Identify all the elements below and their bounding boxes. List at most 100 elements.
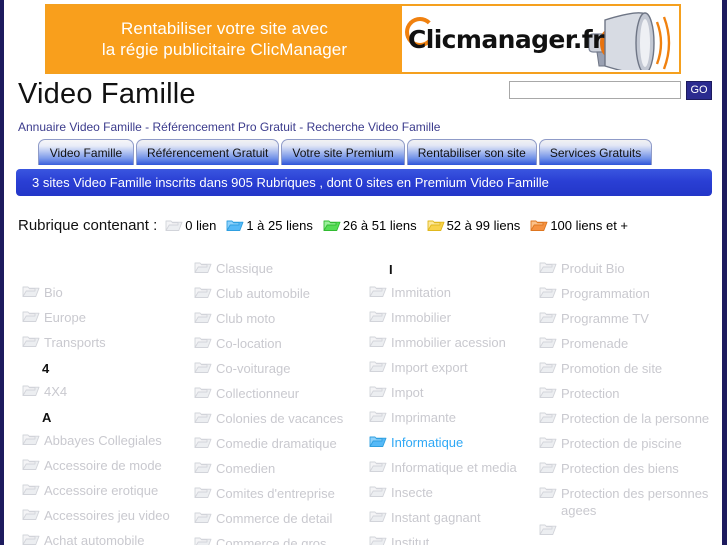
folder-icon-gray <box>194 360 212 375</box>
category-column-3: I Immitation Immobilier Immobilier acession… <box>369 258 539 545</box>
stats-text: 3 sites Video Famille inscrits dans 905 … <box>32 175 549 190</box>
category-link[interactable]: Instant gagnant <box>369 507 539 531</box>
category-link[interactable]: Comedie dramatique <box>194 433 364 457</box>
folder-icon-gray <box>539 385 557 400</box>
category-link[interactable]: Accessoire erotique <box>22 480 192 504</box>
folder-icon-gray <box>194 460 212 475</box>
category-label: Club automobile <box>216 286 310 301</box>
legend-item-0-label: 0 lien <box>185 218 217 233</box>
folder-icon-orange <box>530 218 548 233</box>
search-input[interactable] <box>509 81 681 99</box>
category-label: Import export <box>391 360 468 375</box>
legend-item-1-label: 1 à 25 liens <box>246 218 313 233</box>
category-label: Bio <box>44 285 63 300</box>
category-label: Europe <box>44 310 86 325</box>
advertisement-banner[interactable]: Rentabiliser votre site avec la régie pu… <box>45 4 681 74</box>
category-link[interactable]: Informatique <box>369 432 539 456</box>
category-link[interactable]: Insecte <box>369 482 539 506</box>
category-link[interactable]: Immobilier acession <box>369 332 539 356</box>
category-link[interactable]: Protection des personnes agees <box>539 483 714 519</box>
category-link[interactable]: Collectionneur <box>194 383 364 407</box>
folder-icon-gray <box>369 484 387 499</box>
category-link[interactable]: Promenade <box>539 333 714 357</box>
category-link[interactable]: Comites d'entreprise <box>194 483 364 507</box>
category-link[interactable]: Imprimante <box>369 407 539 431</box>
folder-icon-gray <box>539 522 557 537</box>
category-link[interactable]: Protection des biens <box>539 458 714 482</box>
category-link[interactable]: 4X4 <box>22 381 192 405</box>
category-label: Commerce de detail <box>216 511 333 526</box>
folder-icon-gray <box>539 360 557 375</box>
column-spacer <box>22 258 192 282</box>
tab-services-gratuits[interactable]: Services Gratuits <box>538 139 653 165</box>
category-label: Impot <box>391 385 424 400</box>
folder-icon-gray <box>539 410 557 425</box>
folder-icon-gray <box>369 309 387 324</box>
category-link[interactable]: Programmation <box>539 283 714 307</box>
category-label: Immobilier <box>391 310 451 325</box>
search-go-button[interactable]: GO <box>686 81 712 100</box>
category-link[interactable]: Club moto <box>194 308 364 332</box>
category-label: Accessoire de mode <box>44 458 162 473</box>
category-link[interactable]: Co-location <box>194 333 364 357</box>
category-link[interactable]: Immitation <box>369 282 539 306</box>
folder-icon-gray <box>539 485 557 500</box>
category-link[interactable]: Impot <box>369 382 539 406</box>
category-link[interactable]: Institut <box>369 532 539 545</box>
tab-referencement-gratuit[interactable]: Référencement Gratuit <box>136 139 280 165</box>
category-link[interactable]: Programme TV <box>539 308 714 332</box>
category-link[interactable]: Co-voiturage <box>194 358 364 382</box>
category-label: Programme TV <box>561 311 649 326</box>
category-link[interactable]: Commerce de gros <box>194 533 364 545</box>
category-label: Comedien <box>216 461 276 476</box>
tab-rentabiliser-son-site[interactable]: Rentabiliser son site <box>406 139 537 165</box>
folder-icon-gray <box>194 310 212 325</box>
category-label: Club moto <box>216 311 276 326</box>
category-link[interactable]: Commerce de detail <box>194 508 364 532</box>
category-link[interactable]: Informatique et media <box>369 457 539 481</box>
category-link[interactable]: Transports <box>22 332 192 356</box>
category-link[interactable]: Protection <box>539 383 714 407</box>
category-link[interactable]: Import export <box>369 357 539 381</box>
clicmanager-logo[interactable]: Clicmanager.fr <box>402 6 679 72</box>
folder-icon-gray <box>22 309 40 324</box>
folder-icon-gray <box>194 410 212 425</box>
folder-icon-gray <box>539 285 557 300</box>
category-link[interactable]: Immobilier <box>369 307 539 331</box>
category-label: Produit Bio <box>561 261 625 276</box>
category-link[interactable]: Accessoires jeu video <box>22 505 192 529</box>
folder-icon-gray <box>22 482 40 497</box>
category-link[interactable]: Europe <box>22 307 192 331</box>
category-link[interactable]: Accessoire de mode <box>22 455 192 479</box>
category-label: Protection des personnes agees <box>561 486 709 518</box>
category-link[interactable]: Promotion de site <box>539 358 714 382</box>
logo-text: Clicmanager.fr <box>408 24 604 54</box>
category-label: Commerce de gros <box>216 536 327 545</box>
category-link[interactable]: Produit Bio <box>539 258 714 282</box>
folder-icon-gray <box>194 285 212 300</box>
category-link[interactable]: Colonies de vacances <box>194 408 364 432</box>
folder-icon-gray <box>369 384 387 399</box>
folder-icon-gray <box>369 509 387 524</box>
category-link[interactable]: Achat automobile <box>22 530 192 545</box>
tab-votre-site-premium[interactable]: Votre site Premium <box>281 139 405 165</box>
folder-icon-gray <box>539 435 557 450</box>
category-link[interactable]: Protection de piscine <box>539 433 714 457</box>
category-label: Classique <box>216 261 274 276</box>
category-link[interactable]: Bio <box>22 282 192 306</box>
folder-icon-gray <box>22 432 40 447</box>
category-label: Accessoire erotique <box>44 483 159 498</box>
category-columns: Bio Europe Transports 4 4X4 A Abbayes Collegia… <box>4 258 722 545</box>
category-label: Collectionneur <box>216 386 300 401</box>
category-link[interactable]: Protection de la personne <box>539 408 714 432</box>
category-link[interactable]: Comedien <box>194 458 364 482</box>
category-label: Institut <box>391 535 430 545</box>
tab-video-famille[interactable]: Video Famille <box>38 139 134 165</box>
category-link[interactable]: Abbayes Collegiales <box>22 430 192 454</box>
letter-heading: A <box>42 410 52 425</box>
category-link[interactable]: Club automobile <box>194 283 364 307</box>
category-link[interactable] <box>539 520 714 544</box>
category-label: Promenade <box>561 336 629 351</box>
category-link[interactable]: Classique <box>194 258 364 282</box>
category-label: Co-voiturage <box>216 361 291 376</box>
